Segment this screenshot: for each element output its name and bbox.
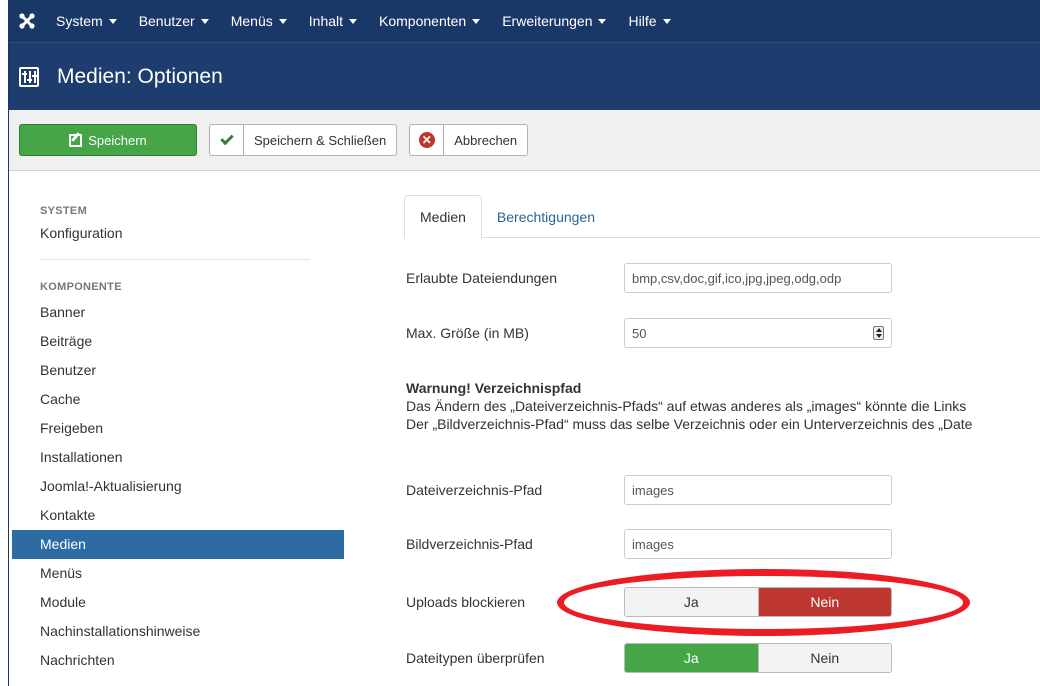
chevron-down-icon xyxy=(278,18,287,24)
save-button[interactable]: Speichern xyxy=(19,124,197,156)
restrict-uploads-no-option[interactable]: Nein xyxy=(757,588,891,616)
field-label: Dateiverzeichnis-Pfad xyxy=(406,482,543,498)
tab-berechtigungen[interactable]: Berechtigungen xyxy=(482,195,610,238)
field-label: Bildverzeichnis-Pfad xyxy=(406,536,533,552)
application-frame: System Benutzer Menüs Inhalt Komponenten… xyxy=(8,0,1040,686)
field-label: Dateitypen überprüfen xyxy=(406,650,545,666)
check-mime-yes-option[interactable]: Ja xyxy=(625,644,758,672)
chevron-down-icon xyxy=(472,18,481,24)
main-content: Medien Berechtigungen Erlaubte Dateiendu… xyxy=(344,171,1040,686)
sidebar-item-banner[interactable]: Banner xyxy=(9,298,344,327)
cancel-icon: ✕ xyxy=(410,125,445,155)
menu-label: Hilfe xyxy=(628,13,657,29)
save-close-button-label: Speichern & Schließen xyxy=(254,132,387,148)
chevron-down-icon xyxy=(108,18,117,24)
sidebar-item-menus[interactable]: Menüs xyxy=(9,559,344,588)
menu-label: Komponenten xyxy=(379,13,467,29)
field-label: Max. Größe (in MB) xyxy=(406,325,529,341)
menu-system[interactable]: System xyxy=(45,0,128,42)
extensions-input[interactable]: bmp,csv,doc,gif,ico,jpg,jpeg,odg,odp xyxy=(624,263,892,293)
save-close-button[interactable]: Speichern & Schließen xyxy=(209,124,398,156)
toolbar: Speichern Speichern & Schließen ✕ Abbrec… xyxy=(9,110,1040,171)
checkmark-icon xyxy=(210,125,244,155)
sidebar-divider xyxy=(40,259,310,260)
field-row-check-mime: Dateitypen überprüfen Ja Nein xyxy=(406,643,892,673)
save-button-label: Speichern xyxy=(88,132,147,148)
warning-line-1: Das Ändern des „Dateiverzeichnis-Pfads“ … xyxy=(406,398,967,414)
sidebar: SYSTEM Konfiguration KOMPONENTE Banner B… xyxy=(9,171,344,686)
field-row-extensions: Erlaubte Dateiendungen bmp,csv,doc,gif,i… xyxy=(406,263,892,293)
restrict-uploads-yes-option[interactable]: Ja xyxy=(625,588,758,616)
options-sliders-icon xyxy=(19,66,39,87)
image-path-input[interactable]: images xyxy=(624,529,892,559)
menu-komponenten[interactable]: Komponenten xyxy=(368,0,491,42)
sidebar-item-beitraege[interactable]: Beiträge xyxy=(9,327,344,356)
menu-label: Erweiterungen xyxy=(502,13,593,29)
sidebar-item-freigeben[interactable]: Freigeben xyxy=(9,414,344,443)
menu-benutzer[interactable]: Benutzer xyxy=(128,0,220,42)
cancel-button[interactable]: ✕ Abbrechen xyxy=(409,124,529,156)
sidebar-item-konfiguration[interactable]: Konfiguration xyxy=(9,219,344,248)
check-mime-no-option[interactable]: Nein xyxy=(757,644,891,672)
menu-label: Benutzer xyxy=(138,13,195,29)
sidebar-item-nachinstallationshinweise[interactable]: Nachinstallationshinweise xyxy=(9,617,344,646)
field-row-image-path: Bildverzeichnis-Pfad images xyxy=(406,529,892,559)
field-label: Erlaubte Dateiendungen xyxy=(406,270,558,286)
chevron-down-icon xyxy=(662,18,671,24)
sidebar-item-benutzer[interactable]: Benutzer xyxy=(9,356,344,385)
tab-bar: Medien Berechtigungen xyxy=(404,195,1040,239)
field-label: Uploads blockieren xyxy=(406,594,526,610)
menu-inhalt[interactable]: Inhalt xyxy=(298,0,368,42)
sidebar-item-installationen[interactable]: Installationen xyxy=(9,443,344,472)
sidebar-item-nachrichten[interactable]: Nachrichten xyxy=(9,646,344,675)
page-header: Medien: Optionen xyxy=(9,42,1040,110)
max-size-value: 50 xyxy=(632,325,647,341)
tab-medien[interactable]: Medien xyxy=(404,195,482,239)
sidebar-item-kontakte[interactable]: Kontakte xyxy=(9,501,344,530)
menu-label: Inhalt xyxy=(308,13,344,29)
menu-menus[interactable]: Menüs xyxy=(220,0,298,42)
spinner-icon[interactable] xyxy=(873,326,884,340)
edit-icon xyxy=(69,133,83,147)
menu-label: Menüs xyxy=(230,13,273,29)
chevron-down-icon xyxy=(598,18,607,24)
joomla-logo-icon[interactable] xyxy=(9,0,45,42)
menu-erweiterungen[interactable]: Erweiterungen xyxy=(491,0,617,42)
sidebar-heading-system: SYSTEM xyxy=(40,205,88,217)
check-mime-toggle: Ja Nein xyxy=(624,643,892,673)
warning-title: Warnung! Verzeichnispfad xyxy=(406,380,582,396)
menu-hilfe[interactable]: Hilfe xyxy=(617,0,681,42)
sidebar-item-cache[interactable]: Cache xyxy=(9,385,344,414)
sidebar-item-joomla-aktualisierung[interactable]: Joomla!-Aktualisierung xyxy=(9,472,344,501)
cancel-button-label: Abbrechen xyxy=(454,132,518,148)
warning-line-2: Der „Bildverzeichnis-Pfad“ muss das selb… xyxy=(406,416,973,432)
file-path-input[interactable]: images xyxy=(624,475,892,505)
sidebar-item-module[interactable]: Module xyxy=(9,588,344,617)
sidebar-heading-komponente: KOMPONENTE xyxy=(40,281,122,293)
restrict-uploads-toggle: Ja Nein xyxy=(624,587,892,617)
warning-message: Warnung! Verzeichnispfad Das Ändern des … xyxy=(406,379,1040,433)
top-navbar: System Benutzer Menüs Inhalt Komponenten… xyxy=(9,0,1040,42)
chevron-down-icon xyxy=(349,18,358,24)
sidebar-item-medien[interactable]: Medien xyxy=(12,530,344,559)
chevron-down-icon xyxy=(200,18,209,24)
field-row-restrict-uploads: Uploads blockieren Ja Nein xyxy=(406,587,892,617)
max-size-input[interactable]: 50 xyxy=(624,318,892,348)
menu-label: System xyxy=(56,13,103,29)
field-row-file-path: Dateiverzeichnis-Pfad images xyxy=(406,475,892,505)
page-title: Medien: Optionen xyxy=(57,64,223,88)
field-row-max-size: Max. Größe (in MB) 50 xyxy=(406,318,892,348)
